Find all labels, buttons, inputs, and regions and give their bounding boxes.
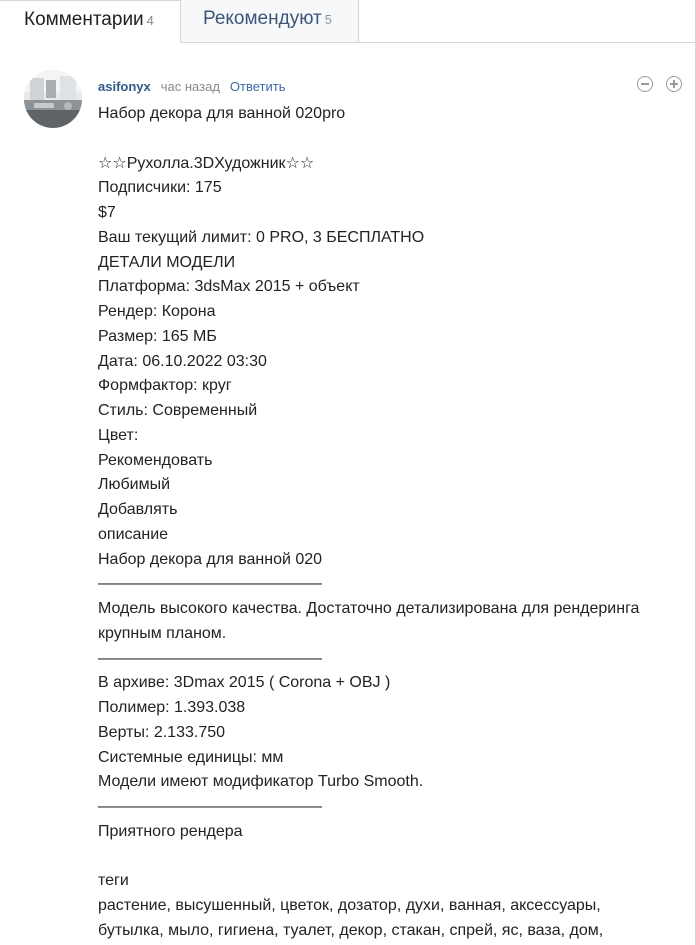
comment-line: бутылка, мыло, гигиена, туалет, декор, с… (98, 921, 604, 939)
comment-line: ДЕТАЛИ МОДЕЛИ (98, 253, 236, 271)
separator-line: —————————————— (98, 575, 322, 593)
tab-recommend-count: 5 (324, 12, 332, 27)
comment-line: Верты: 2.133.750 (98, 723, 226, 741)
comment-tabs: Комментарии 4 Рекомендуют 5 (0, 0, 696, 43)
separator-line: —————————————— (98, 649, 322, 667)
comment-line: Добавлять (98, 501, 178, 518)
comment-line: В архиве: 3Dmax 2015 ( Corona + OBJ ) (98, 674, 391, 692)
tab-comments-label: Комментарии (24, 9, 144, 30)
comment-line: Формфактор: круг (98, 377, 232, 395)
comment-line: Рекомендовать (98, 451, 213, 469)
comment-line: Цвет: (98, 426, 139, 444)
comment-line: Платформа: 3dsMax 2015 + объект (98, 278, 360, 296)
comment-line: Набор декора для ванной 020 (98, 550, 323, 568)
comment-line: Модели имеют модификатор Turbo Smooth. (98, 773, 424, 791)
comment-line: теги (98, 872, 129, 890)
tab-comments-count: 4 (146, 13, 154, 28)
comment-line: Размер: 165 МБ (98, 327, 217, 345)
comment-author[interactable]: asifonyx (98, 79, 151, 94)
comment-time[interactable]: час назад (161, 79, 220, 94)
comment-line: Полимер: 1.393.038 (98, 699, 246, 716)
comment-text: Набор декора для ванной 020pro ☆☆Рухолла… (98, 102, 658, 944)
tab-recommend[interactable]: Рекомендуют 5 (181, 0, 359, 42)
comment-line: Подписчики: 175 (98, 179, 222, 197)
collapse-minus-icon[interactable] (637, 76, 653, 92)
comment-line: Модель высокого качества. Достаточно дет… (98, 600, 640, 642)
comment-line: Ваш текущий лимит: 0 PRO, 3 БЕСПЛАТНО (98, 228, 425, 246)
comment-line: описание (98, 525, 169, 543)
comment-line: Рендер: Корона (98, 303, 216, 320)
avatar-image (24, 70, 82, 128)
comment-meta: asifonyx час назад Ответить (98, 78, 285, 96)
comment-line: $7 (98, 204, 116, 221)
comment-line: Дата: 06.10.2022 03:30 (98, 352, 267, 370)
reply-button[interactable]: Ответить (230, 79, 286, 94)
comment-line: ☆☆Рухолла.3DХудожник☆☆ (98, 154, 315, 172)
comment-line: Набор декора для ванной 020pro (98, 105, 346, 122)
comment-line: Системные единицы: мм (98, 748, 284, 766)
comment-line: растение, высушенный, цветок, дозатор, д… (98, 897, 601, 914)
comment-line: Приятного рендера (98, 822, 243, 840)
tab-comments[interactable]: Комментарии 4 (0, 0, 181, 43)
comment-line: Любимый (98, 476, 171, 494)
tab-recommend-label: Рекомендуют (203, 8, 322, 29)
separator-line: —————————————— (98, 798, 322, 815)
expand-plus-icon[interactable] (666, 76, 682, 92)
avatar[interactable] (24, 70, 82, 128)
comment-line: Стиль: Современный (98, 402, 258, 419)
